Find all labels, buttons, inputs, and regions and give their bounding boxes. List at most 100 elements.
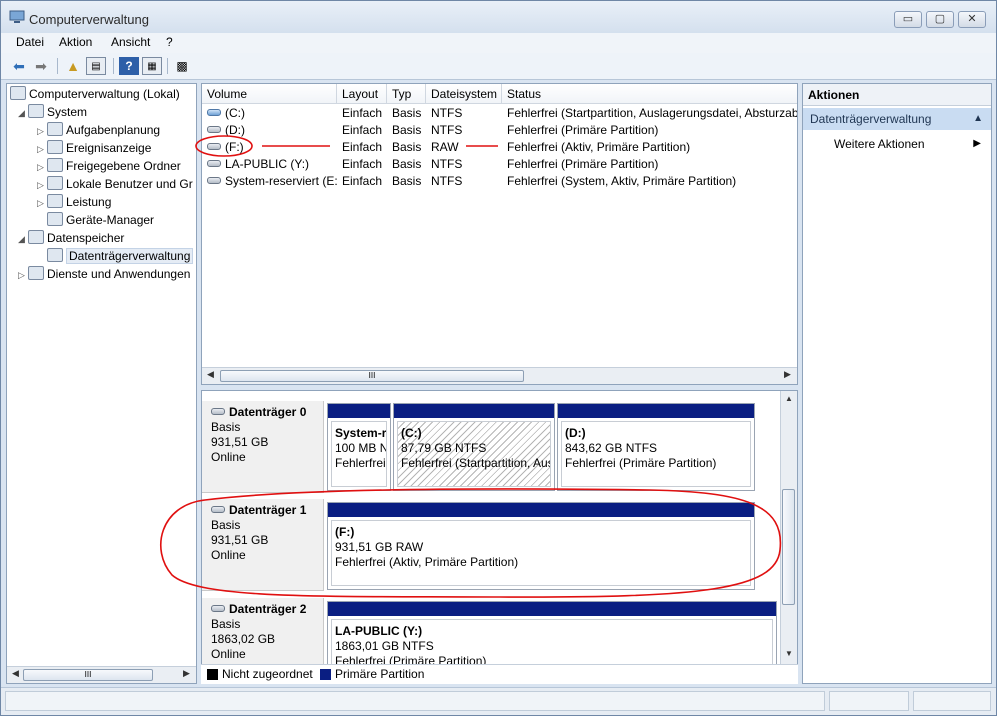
tree-horizontal-scrollbar[interactable]: ◀ III ▶ <box>7 666 196 683</box>
table-cell-status: Fehlerfrei (Primäre Partition) <box>507 123 659 137</box>
column-header-status[interactable]: Status <box>502 84 797 104</box>
tree-item-datenspeicher[interactable]: ◢ Datenspeicher <box>18 229 124 247</box>
expand-arrow-icon[interactable]: ▷ <box>18 266 28 284</box>
scroll-left-icon[interactable]: ◀ <box>8 668 23 679</box>
help-icon[interactable]: ? <box>119 57 139 75</box>
partition-system-reserved[interactable]: System-r 100 MB N Fehlerfrei <box>327 403 391 491</box>
expand-arrow-icon[interactable]: ▷ <box>37 176 47 194</box>
scroll-right-icon[interactable]: ▶ <box>179 668 194 679</box>
table-cell-fs: NTFS <box>431 106 463 120</box>
actions-pane: Aktionen Datenträgerverwaltung ▲ Weitere… <box>802 83 992 684</box>
table-cell-typ: Basis <box>392 106 422 120</box>
legend-label-primary: Primäre Partition <box>335 667 425 681</box>
tools-icon <box>28 104 44 118</box>
table-cell-status: Fehlerfrei (Aktiv, Primäre Partition) <box>507 140 691 154</box>
expand-arrow-icon[interactable]: ▷ <box>37 140 47 158</box>
disk-volume-icon <box>207 160 221 167</box>
scroll-thumb[interactable]: III <box>23 669 153 681</box>
services-icon <box>28 266 44 280</box>
scroll-down-icon[interactable]: ▼ <box>781 649 797 658</box>
hard-disk-icon <box>211 605 225 612</box>
primary-partition-bar <box>328 503 754 517</box>
table-cell-fs: NTFS <box>431 123 463 137</box>
disk-settings-icon[interactable]: ▩ <box>172 57 192 75</box>
tree-item-geraete-manager[interactable]: Geräte-Manager <box>37 211 154 229</box>
collapse-arrow-icon[interactable]: ◢ <box>18 104 28 122</box>
scroll-thumb[interactable] <box>782 489 795 605</box>
tree-item-lokale-benutzer[interactable]: ▷ Lokale Benutzer und Gr <box>37 175 193 193</box>
legend-swatch-primary <box>320 669 331 680</box>
table-cell-layout: Einfach <box>342 123 383 137</box>
shared-folder-icon <box>47 158 63 172</box>
table-row-volume[interactable]: (C:) <box>202 105 337 122</box>
expand-arrow-icon[interactable]: ▷ <box>37 122 47 140</box>
tree-item-dienste[interactable]: ▷ Dienste und Anwendungen <box>18 265 190 283</box>
tree-item-ereignisanzeige[interactable]: ▷ Ereignisanzeige <box>37 139 151 157</box>
tree-item-system[interactable]: ◢ System <box>18 103 87 121</box>
table-cell-status: Fehlerfrei (Startpartition, Auslagerungs… <box>507 106 798 120</box>
table-row-volume[interactable]: System-reserviert (E:) <box>202 173 337 190</box>
menu-datei[interactable]: Datei <box>16 35 44 49</box>
column-header-layout[interactable]: Layout <box>337 84 387 104</box>
tree-item-aufgabenplanung[interactable]: ▷ Aufgabenplanung <box>37 121 160 139</box>
status-cell-main <box>5 691 825 711</box>
disk-0-label[interactable]: Datenträger 0 Basis 931,51 GB Online <box>202 401 324 493</box>
actions-more-actions[interactable]: Weitere Aktionen ▶ <box>834 134 991 154</box>
tree-item-computerverwaltung[interactable]: Computerverwaltung (Lokal) <box>10 85 180 103</box>
performance-icon <box>47 194 63 208</box>
menu-help[interactable]: ? <box>166 35 173 49</box>
table-cell-layout: Einfach <box>342 140 383 154</box>
users-icon <box>47 176 63 190</box>
close-button[interactable]: ✕ <box>958 11 986 28</box>
table-row-volume[interactable]: LA-PUBLIC (Y:) <box>202 156 337 173</box>
partition-d[interactable]: (D:) 843,62 GB NTFS Fehlerfrei (Primäre Pa… <box>557 403 755 491</box>
column-header-dateisystem[interactable]: Dateisystem <box>426 84 502 104</box>
scroll-up-icon[interactable]: ▲ <box>781 394 797 403</box>
collapse-up-icon[interactable]: ▲ <box>973 108 983 130</box>
scroll-left-icon[interactable]: ◀ <box>203 369 218 380</box>
partition-f[interactable]: (F:) 931,51 GB RAW Fehlerfrei (Aktiv, Prim… <box>327 502 755 590</box>
table-cell-typ: Basis <box>392 157 422 171</box>
properties-icon[interactable]: ▦ <box>142 57 162 75</box>
table-row-volume[interactable]: (D:) <box>202 122 337 139</box>
disk-graphical-view: Datenträger 0 Basis 931,51 GB Online Sys… <box>201 390 798 684</box>
tree-item-datentraegerverwaltung[interactable]: Datenträgerverwaltung <box>37 247 194 265</box>
up-folder-icon[interactable]: ▲ <box>63 57 83 75</box>
table-cell-typ: Basis <box>392 140 422 154</box>
volume-list: Volume Layout Typ Dateisystem Status (C:… <box>201 83 798 385</box>
status-cell-tertiary <box>913 691 991 711</box>
disk-vertical-scrollbar[interactable]: ▲ ▼ <box>780 391 797 664</box>
legend-label-unallocated: Nicht zugeordnet <box>222 667 313 681</box>
column-header-volume[interactable]: Volume <box>202 84 337 104</box>
scroll-thumb[interactable]: III <box>220 370 524 382</box>
console-tree-icon[interactable]: ▤ <box>86 57 106 75</box>
partition-c[interactable]: (C:) 87,79 GB NTFS Fehlerfrei (Startpartit… <box>393 403 555 491</box>
volume-horizontal-scrollbar[interactable]: ◀ III ▶ <box>202 367 797 384</box>
title-bar: Computerverwaltung ▭ ▢ ✕ <box>1 1 996 33</box>
menu-ansicht[interactable]: Ansicht <box>111 35 150 49</box>
computer-management-window: Computerverwaltung ▭ ▢ ✕ Datei Aktion An… <box>0 0 997 716</box>
column-header-typ[interactable]: Typ <box>387 84 426 104</box>
maximize-button[interactable]: ▢ <box>926 11 954 28</box>
actions-section-datentraegerverwaltung[interactable]: Datenträgerverwaltung ▲ <box>803 108 991 130</box>
primary-partition-bar <box>328 602 776 616</box>
tree-item-freigegebene-ordner[interactable]: ▷ Freigegebene Ordner <box>37 157 181 175</box>
event-viewer-icon <box>47 140 63 154</box>
disk-volume-icon <box>207 126 221 133</box>
disk-volume-icon <box>207 177 221 184</box>
expand-arrow-icon[interactable]: ▷ <box>37 194 47 212</box>
disk-1-label[interactable]: Datenträger 1 Basis 931,51 GB Online <box>202 499 324 591</box>
collapse-arrow-icon[interactable]: ◢ <box>18 230 28 248</box>
scroll-right-icon[interactable]: ▶ <box>780 369 795 380</box>
disk-volume-icon <box>207 109 221 116</box>
disk-management-icon <box>47 248 63 262</box>
table-cell-layout: Einfach <box>342 157 383 171</box>
menu-aktion[interactable]: Aktion <box>59 35 92 49</box>
forward-arrow-icon[interactable]: ➡ <box>31 57 51 75</box>
back-arrow-icon[interactable]: ⬅ <box>9 57 29 75</box>
device-manager-icon <box>47 212 63 226</box>
minimize-button[interactable]: ▭ <box>894 11 922 28</box>
tree-item-leistung[interactable]: ▷ Leistung <box>37 193 111 211</box>
table-row-volume[interactable]: (F:) <box>202 139 337 156</box>
expand-arrow-icon[interactable]: ▷ <box>37 158 47 176</box>
